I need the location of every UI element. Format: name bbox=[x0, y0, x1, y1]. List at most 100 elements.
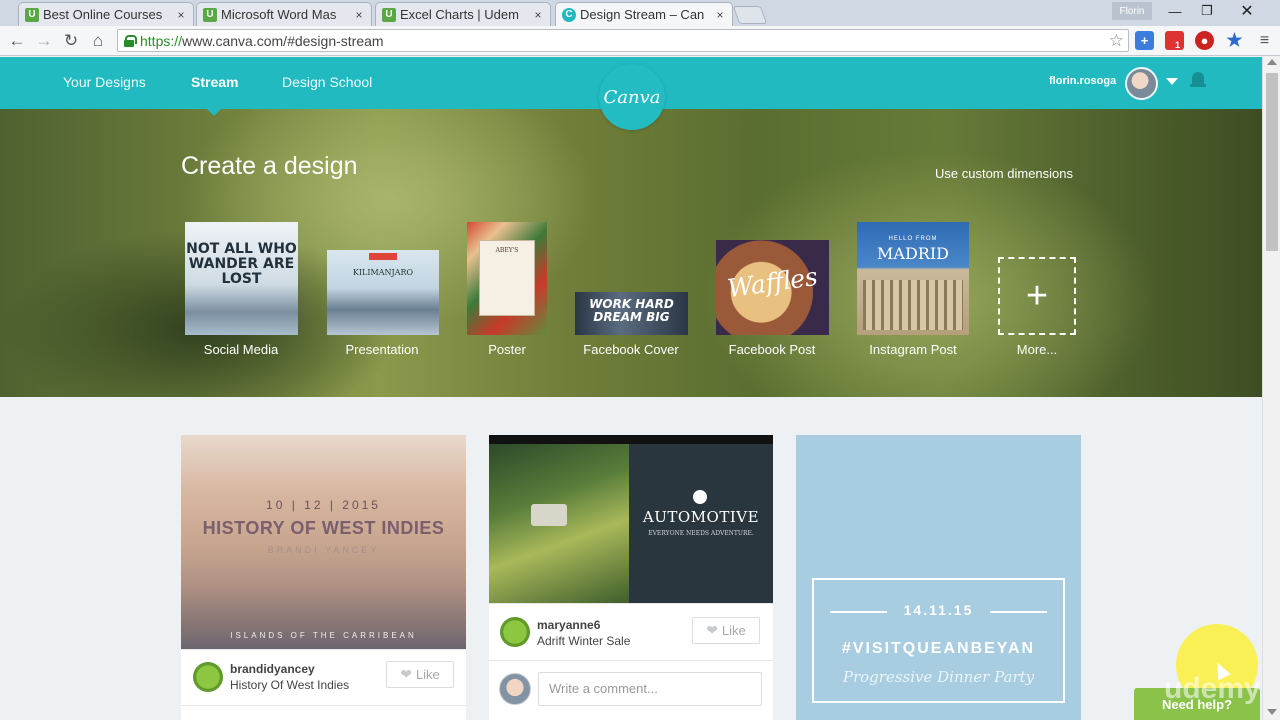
like-button[interactable]: ❤ Like bbox=[386, 661, 454, 688]
page-title: Create a design bbox=[181, 152, 358, 180]
social-media-thumbnail[interactable]: NOT ALL WHO WANDER ARE LOST bbox=[185, 222, 298, 335]
window-user-badge[interactable]: Florin bbox=[1112, 2, 1152, 20]
comment-row: Write a comment... bbox=[489, 660, 773, 720]
scroll-down-icon[interactable] bbox=[1267, 709, 1277, 715]
avatar[interactable] bbox=[193, 662, 223, 692]
tab-label: Best Online Courses bbox=[43, 7, 163, 22]
card-username[interactable]: maryanne6 bbox=[537, 618, 600, 632]
tab-close-icon[interactable]: × bbox=[173, 8, 189, 22]
bell-icon[interactable] bbox=[1190, 72, 1206, 89]
design-type-facebook-post[interactable]: Facebook Post bbox=[729, 342, 816, 357]
preview-title: HISTORY OF WEST INDIES bbox=[202, 518, 445, 538]
preview-panel: AUTOMOTIVE EVERYONE NEEDS ADVENTURE. bbox=[629, 444, 773, 603]
browser-toolbar: ← → ↻ ⌂ https:// www.canva.com/#design-s… bbox=[0, 26, 1280, 56]
card-design-title: History Of West Indies bbox=[230, 678, 350, 692]
bookmark-star-icon[interactable]: ☆ bbox=[1109, 31, 1124, 51]
nav-your-designs[interactable]: Your Designs bbox=[63, 74, 146, 90]
emblem-icon bbox=[693, 490, 707, 504]
preview-hashtag: #VISITQUEANBEYAN bbox=[841, 640, 1036, 657]
browser-tab-strip: U Best Online Courses × U Microsoft Word… bbox=[0, 0, 1280, 26]
preview-title: AUTOMOTIVE bbox=[642, 508, 760, 526]
heart-icon: ❤ bbox=[400, 666, 412, 682]
home-icon[interactable]: ⌂ bbox=[87, 30, 109, 52]
instagram-post-thumbnail[interactable]: HELLO FROM MADRID bbox=[857, 222, 969, 335]
username[interactable]: florin.rosoga bbox=[1049, 75, 1116, 87]
design-preview-automotive[interactable]: AUTOMOTIVE EVERYONE NEEDS ADVENTURE. bbox=[489, 435, 773, 603]
thumbnail-text: Waffles bbox=[725, 261, 820, 304]
address-bar[interactable]: https:// www.canva.com/#design-stream ☆ bbox=[117, 29, 1129, 52]
avatar[interactable] bbox=[1125, 67, 1158, 100]
nav-design-school[interactable]: Design School bbox=[282, 74, 372, 90]
preview-date: 14.11.15 bbox=[903, 602, 974, 618]
comment-input[interactable]: Write a comment... bbox=[538, 672, 762, 706]
tab-microsoft-word[interactable]: U Microsoft Word Mas × bbox=[196, 2, 372, 26]
like-label: Like bbox=[721, 623, 746, 638]
puzzle-extension-icon[interactable]: 1 bbox=[1165, 31, 1184, 50]
like-label: Like bbox=[415, 667, 440, 682]
url-text: www.canva.com/#design-stream bbox=[182, 32, 384, 49]
card-footer: maryanne6 Adrift Winter Sale ❤ Like bbox=[489, 603, 773, 660]
udemy-watermark: udemy bbox=[1164, 672, 1261, 705]
plus-icon[interactable]: + bbox=[998, 257, 1076, 335]
design-type-presentation[interactable]: Presentation bbox=[346, 342, 419, 357]
url-scheme: https:// bbox=[140, 32, 183, 49]
forward-icon[interactable]: → bbox=[33, 30, 55, 52]
facebook-cover-thumbnail[interactable]: WORK HARD DREAM BIG bbox=[575, 292, 688, 335]
tab-label: Microsoft Word Mas bbox=[221, 7, 337, 22]
active-nav-indicator bbox=[206, 108, 222, 116]
tab-close-icon[interactable]: × bbox=[712, 8, 728, 22]
create-design-hero: Create a design Use custom dimensions NO… bbox=[0, 109, 1262, 397]
minimize-icon[interactable]: — bbox=[1160, 2, 1190, 20]
custom-dimensions-link[interactable]: Use custom dimensions bbox=[935, 166, 1073, 181]
design-type-poster[interactable]: Poster bbox=[488, 342, 526, 357]
scroll-up-icon[interactable] bbox=[1267, 59, 1277, 65]
thumbnail-text: NOT ALL WHO WANDER ARE LOST bbox=[186, 241, 297, 287]
udemy-favicon-icon: U bbox=[382, 7, 396, 22]
star-extension-icon[interactable]: ★ bbox=[1225, 30, 1244, 50]
page-scrollbar[interactable] bbox=[1262, 57, 1280, 720]
card-design-title: Adrift Winter Sale bbox=[537, 634, 631, 648]
presentation-thumbnail[interactable]: KILIMANJARO bbox=[327, 250, 439, 335]
canva-logo[interactable]: Canva bbox=[599, 64, 665, 130]
preview-frame: 14.11.15 #VISITQUEANBEYAN Progressive Di… bbox=[812, 578, 1065, 703]
preview-subtitle: EVERYONE NEEDS ADVENTURE. bbox=[648, 530, 754, 537]
tab-close-icon[interactable]: × bbox=[351, 8, 367, 22]
restore-icon[interactable]: ❐ bbox=[1192, 2, 1222, 20]
design-preview-history-of-west-indies[interactable]: 10 | 12 | 2015 HISTORY OF WEST INDIES BR… bbox=[181, 435, 466, 649]
design-type-more[interactable]: More... bbox=[1017, 342, 1057, 357]
design-type-social-media[interactable]: Social Media bbox=[204, 342, 278, 357]
thumbnail-small-text: HELLO FROM bbox=[888, 236, 938, 242]
card-username[interactable]: brandidyancey bbox=[230, 662, 315, 676]
back-icon[interactable]: ← bbox=[6, 30, 28, 52]
lock-icon bbox=[124, 34, 137, 47]
thumbnail-text: KILIMANJARO bbox=[352, 268, 414, 277]
new-tab-button[interactable] bbox=[732, 6, 768, 24]
design-preview-visit-queanbeyan[interactable]: 14.11.15 #VISITQUEANBEYAN Progressive Di… bbox=[796, 435, 1081, 720]
tab-close-icon[interactable]: × bbox=[530, 8, 546, 22]
add-extension-icon[interactable]: + bbox=[1135, 31, 1154, 50]
heart-icon: ❤ bbox=[706, 622, 718, 638]
stop-extension-icon[interactable]: ● bbox=[1195, 31, 1214, 50]
card-footer: brandidyancey History Of West Indies ❤ L… bbox=[181, 649, 466, 705]
udemy-favicon-icon: U bbox=[25, 7, 39, 22]
scroll-thumb[interactable] bbox=[1266, 73, 1278, 251]
preview-subtitle: Progressive Dinner Party bbox=[842, 668, 1035, 686]
poster-thumbnail[interactable]: ABEY'S bbox=[467, 222, 547, 335]
avatar[interactable] bbox=[500, 617, 530, 647]
tab-excel-charts[interactable]: U Excel Charts | Udem × bbox=[375, 2, 551, 26]
design-type-facebook-cover[interactable]: Facebook Cover bbox=[583, 342, 678, 357]
thumbnail-text: WORK HARD DREAM BIG bbox=[589, 297, 674, 324]
close-window-icon[interactable]: ✕ bbox=[1232, 2, 1262, 20]
facebook-post-thumbnail[interactable]: Waffles bbox=[716, 240, 829, 335]
preview-subtitle: BRANDI YANCEY bbox=[267, 545, 380, 555]
tab-best-online-courses[interactable]: U Best Online Courses × bbox=[18, 2, 194, 26]
reload-icon[interactable]: ↻ bbox=[60, 30, 82, 52]
design-type-instagram-post[interactable]: Instagram Post bbox=[869, 342, 956, 357]
menu-icon[interactable]: ≡ bbox=[1255, 31, 1274, 50]
nav-stream[interactable]: Stream bbox=[191, 74, 238, 90]
chevron-down-icon[interactable] bbox=[1166, 78, 1178, 85]
thumbnail-text: ABEY'S bbox=[495, 247, 519, 254]
like-button[interactable]: ❤ Like bbox=[692, 617, 760, 644]
canva-favicon-icon: C bbox=[562, 7, 576, 22]
tab-design-stream[interactable]: C Design Stream – Can × bbox=[555, 2, 733, 26]
